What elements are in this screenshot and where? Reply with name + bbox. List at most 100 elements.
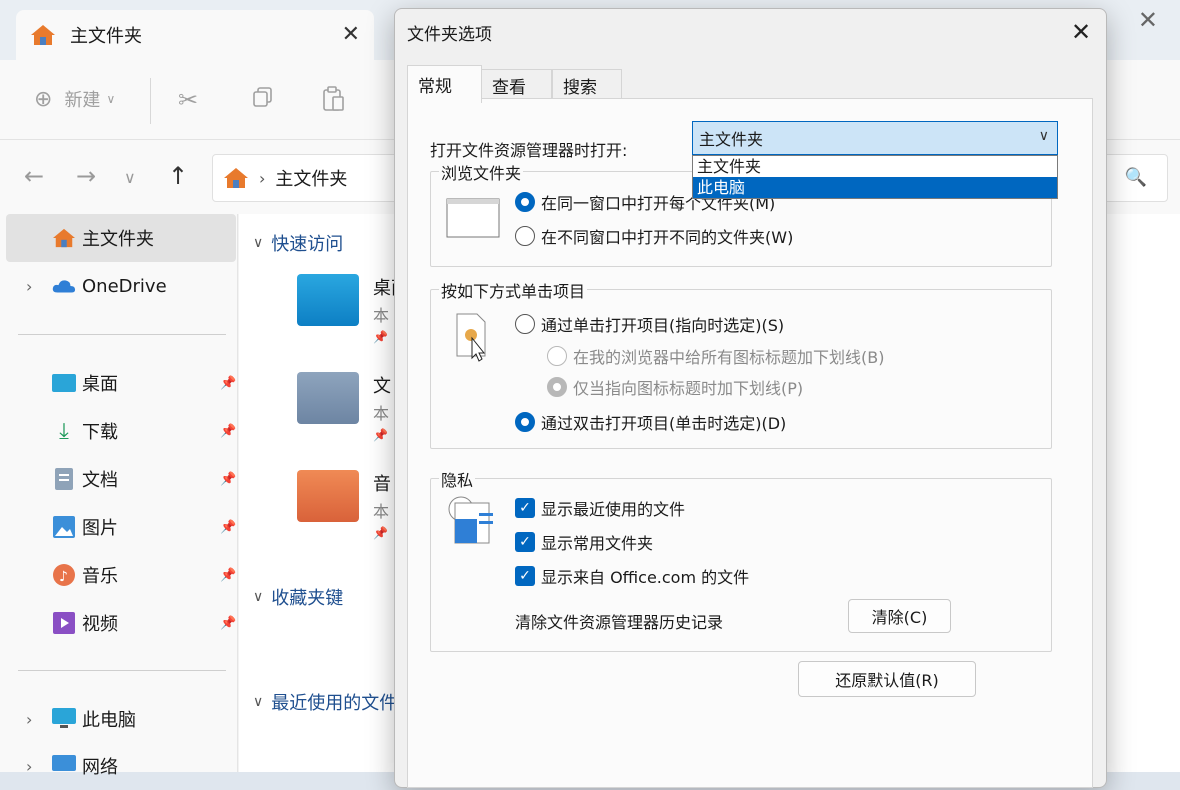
expand-chevron-icon[interactable]: › bbox=[26, 710, 32, 729]
computer-icon bbox=[52, 707, 76, 731]
download-icon: ⤓ bbox=[59, 418, 69, 444]
chevron-down-icon[interactable]: ∨ bbox=[1039, 128, 1049, 144]
sidebar-item-network[interactable]: › 网络 bbox=[6, 742, 236, 790]
open-explorer-label: 打开文件资源管理器时打开: bbox=[430, 141, 628, 160]
item-location: 本 bbox=[373, 306, 390, 325]
dialog-close-icon[interactable]: ✕ bbox=[1071, 18, 1091, 46]
chevron-down-icon: ∨ bbox=[106, 92, 116, 106]
plus-circle-icon: ⊕ bbox=[34, 86, 53, 112]
copy-icon[interactable] bbox=[252, 86, 274, 108]
sidebar-item-label: 视频 bbox=[82, 614, 118, 635]
pin-icon: 📌 bbox=[220, 471, 237, 487]
underline-all-radio: 在我的浏览器中给所有图标标题加下划线(B) bbox=[547, 344, 884, 368]
sidebar-item-music[interactable]: ♪ 音乐 📌 bbox=[6, 551, 236, 599]
sidebar-item-this-pc[interactable]: › 此电脑 bbox=[6, 695, 236, 743]
explorer-tab[interactable]: 主文件夹 ✕ bbox=[16, 10, 374, 60]
sidebar-item-downloads[interactable]: ⤓ 下载 📌 bbox=[6, 407, 236, 455]
dropdown-option-this-pc[interactable]: 此电脑 bbox=[693, 177, 1057, 198]
sidebar-item-label: 图片 bbox=[82, 518, 118, 539]
item-location: 本 bbox=[373, 502, 390, 521]
window-close-icon[interactable]: ✕ bbox=[1138, 6, 1158, 34]
section-header-favorites[interactable]: ∨ 收藏夹键 bbox=[253, 584, 343, 610]
toolbar-divider bbox=[150, 78, 151, 124]
section-title: 收藏夹键 bbox=[271, 588, 344, 609]
pin-icon: 📌 bbox=[220, 423, 237, 439]
sidebar-item-videos[interactable]: 视频 📌 bbox=[6, 599, 236, 647]
paste-icon[interactable] bbox=[322, 86, 346, 112]
new-button[interactable]: ⊕ 新建 ∨ bbox=[34, 86, 115, 112]
open-new-window-radio[interactable]: 在不同窗口中打开不同的文件夹(W) bbox=[515, 224, 793, 248]
expand-chevron-icon[interactable]: › bbox=[26, 277, 32, 296]
sidebar-item-desktop[interactable]: 桌面 📌 bbox=[6, 359, 236, 407]
section-header-recent[interactable]: ∨ 最近使用的文件 bbox=[253, 689, 397, 715]
group-legend: 按如下方式单击项目 bbox=[439, 278, 588, 302]
expand-chevron-icon[interactable]: › bbox=[26, 757, 32, 776]
collapse-chevron-icon[interactable]: ∨ bbox=[253, 235, 263, 251]
restore-defaults-button[interactable]: 还原默认值(R) bbox=[798, 661, 976, 697]
checkbox-label: 显示最近使用的文件 bbox=[541, 500, 686, 519]
single-click-radio[interactable]: 通过单击打开项目(指向时选定)(S) bbox=[515, 312, 784, 336]
documents-folder-icon bbox=[297, 372, 359, 424]
radio-label: 通过单击打开项目(指向时选定)(S) bbox=[541, 316, 785, 335]
click-items-group: 按如下方式单击项目 通过单击打开项目(指向时选定)(S) 在我的浏览器中给所有图… bbox=[430, 278, 1052, 449]
clear-history-button[interactable]: 清除(C) bbox=[848, 599, 951, 633]
sidebar-item-label: 文档 bbox=[82, 470, 118, 491]
pointer-click-icon bbox=[456, 313, 486, 362]
cut-icon[interactable]: ✂ bbox=[178, 86, 198, 114]
collapse-chevron-icon[interactable]: ∨ bbox=[253, 694, 263, 710]
pin-icon: 📌 bbox=[373, 428, 388, 442]
recent-locations-chevron-icon[interactable]: ∨ bbox=[124, 168, 136, 187]
checkmark-icon[interactable]: ✓ bbox=[515, 566, 535, 586]
tab-close-icon[interactable]: ✕ bbox=[342, 22, 360, 47]
breadcrumb-item[interactable]: 主文件夹 bbox=[275, 165, 347, 191]
sidebar-divider bbox=[18, 334, 226, 335]
sidebar-item-label: 主文件夹 bbox=[82, 229, 154, 250]
tab-view[interactable]: 查看 bbox=[481, 69, 552, 101]
music-folder-icon bbox=[297, 470, 359, 522]
show-recent-files-checkbox[interactable]: ✓ 显示最近使用的文件 bbox=[515, 496, 685, 520]
radio-button[interactable] bbox=[515, 192, 535, 212]
back-arrow-icon[interactable]: ← bbox=[24, 162, 44, 190]
double-click-radio[interactable]: 通过双击打开项目(单击时选定)(D) bbox=[515, 410, 786, 434]
pin-icon: 📌 bbox=[220, 375, 237, 391]
navigation-pane: 主文件夹 › OneDrive 桌面 📌 ⤓ 下载 📌 文档 📌 图片 📌 ♪ … bbox=[0, 214, 238, 778]
desktop-folder-icon bbox=[297, 274, 359, 326]
new-button-label: 新建 bbox=[64, 90, 101, 111]
sidebar-divider bbox=[18, 670, 226, 671]
sidebar-item-documents[interactable]: 文档 📌 bbox=[6, 455, 236, 503]
checkbox-label: 显示常用文件夹 bbox=[541, 534, 654, 553]
radio-button[interactable] bbox=[515, 226, 535, 246]
sidebar-item-onedrive[interactable]: › OneDrive bbox=[6, 262, 236, 310]
tab-search[interactable]: 搜索 bbox=[552, 69, 622, 101]
clear-history-label: 清除文件资源管理器历史记录 bbox=[515, 613, 724, 632]
checkmark-icon[interactable]: ✓ bbox=[515, 498, 535, 518]
radio-button[interactable] bbox=[515, 412, 535, 432]
show-office-files-checkbox[interactable]: ✓ 显示来自 Office.com 的文件 bbox=[515, 564, 749, 588]
show-frequent-folders-checkbox[interactable]: ✓ 显示常用文件夹 bbox=[515, 530, 653, 554]
item-name: 音 bbox=[373, 474, 391, 495]
up-arrow-icon[interactable]: ↑ bbox=[168, 162, 188, 190]
radio-label: 在我的浏览器中给所有图标标题加下划线(B) bbox=[573, 348, 885, 367]
breadcrumb-chevron-icon[interactable]: › bbox=[259, 169, 265, 188]
checkmark-icon[interactable]: ✓ bbox=[515, 532, 535, 552]
section-header-quick-access[interactable]: ∨ 快速访问 bbox=[253, 230, 343, 256]
forward-arrow-icon[interactable]: → bbox=[76, 162, 96, 190]
open-explorer-dropdown[interactable]: 主文件夹 ∨ bbox=[692, 121, 1058, 155]
radio-button[interactable] bbox=[515, 314, 535, 334]
sidebar-item-label: 下载 bbox=[82, 422, 118, 443]
sidebar-item-label: 此电脑 bbox=[82, 710, 136, 731]
dropdown-option-home[interactable]: 主文件夹 bbox=[693, 156, 1057, 177]
collapse-chevron-icon[interactable]: ∨ bbox=[253, 589, 263, 605]
tab-general[interactable]: 常规 bbox=[407, 65, 482, 103]
dropdown-list: 主文件夹 此电脑 bbox=[692, 155, 1058, 199]
dialog-title: 文件夹选项 bbox=[407, 25, 492, 45]
sidebar-item-home[interactable]: 主文件夹 bbox=[6, 214, 236, 262]
sidebar-item-pictures[interactable]: 图片 📌 bbox=[6, 503, 236, 551]
section-title: 快速访问 bbox=[271, 234, 344, 255]
pin-icon: 📌 bbox=[373, 526, 388, 540]
section-title: 最近使用的文件 bbox=[271, 693, 398, 714]
sidebar-item-label: 桌面 bbox=[82, 374, 118, 395]
pin-icon: 📌 bbox=[373, 330, 388, 344]
home-icon bbox=[224, 168, 248, 188]
search-icon[interactable]: 🔍 bbox=[1125, 167, 1147, 188]
